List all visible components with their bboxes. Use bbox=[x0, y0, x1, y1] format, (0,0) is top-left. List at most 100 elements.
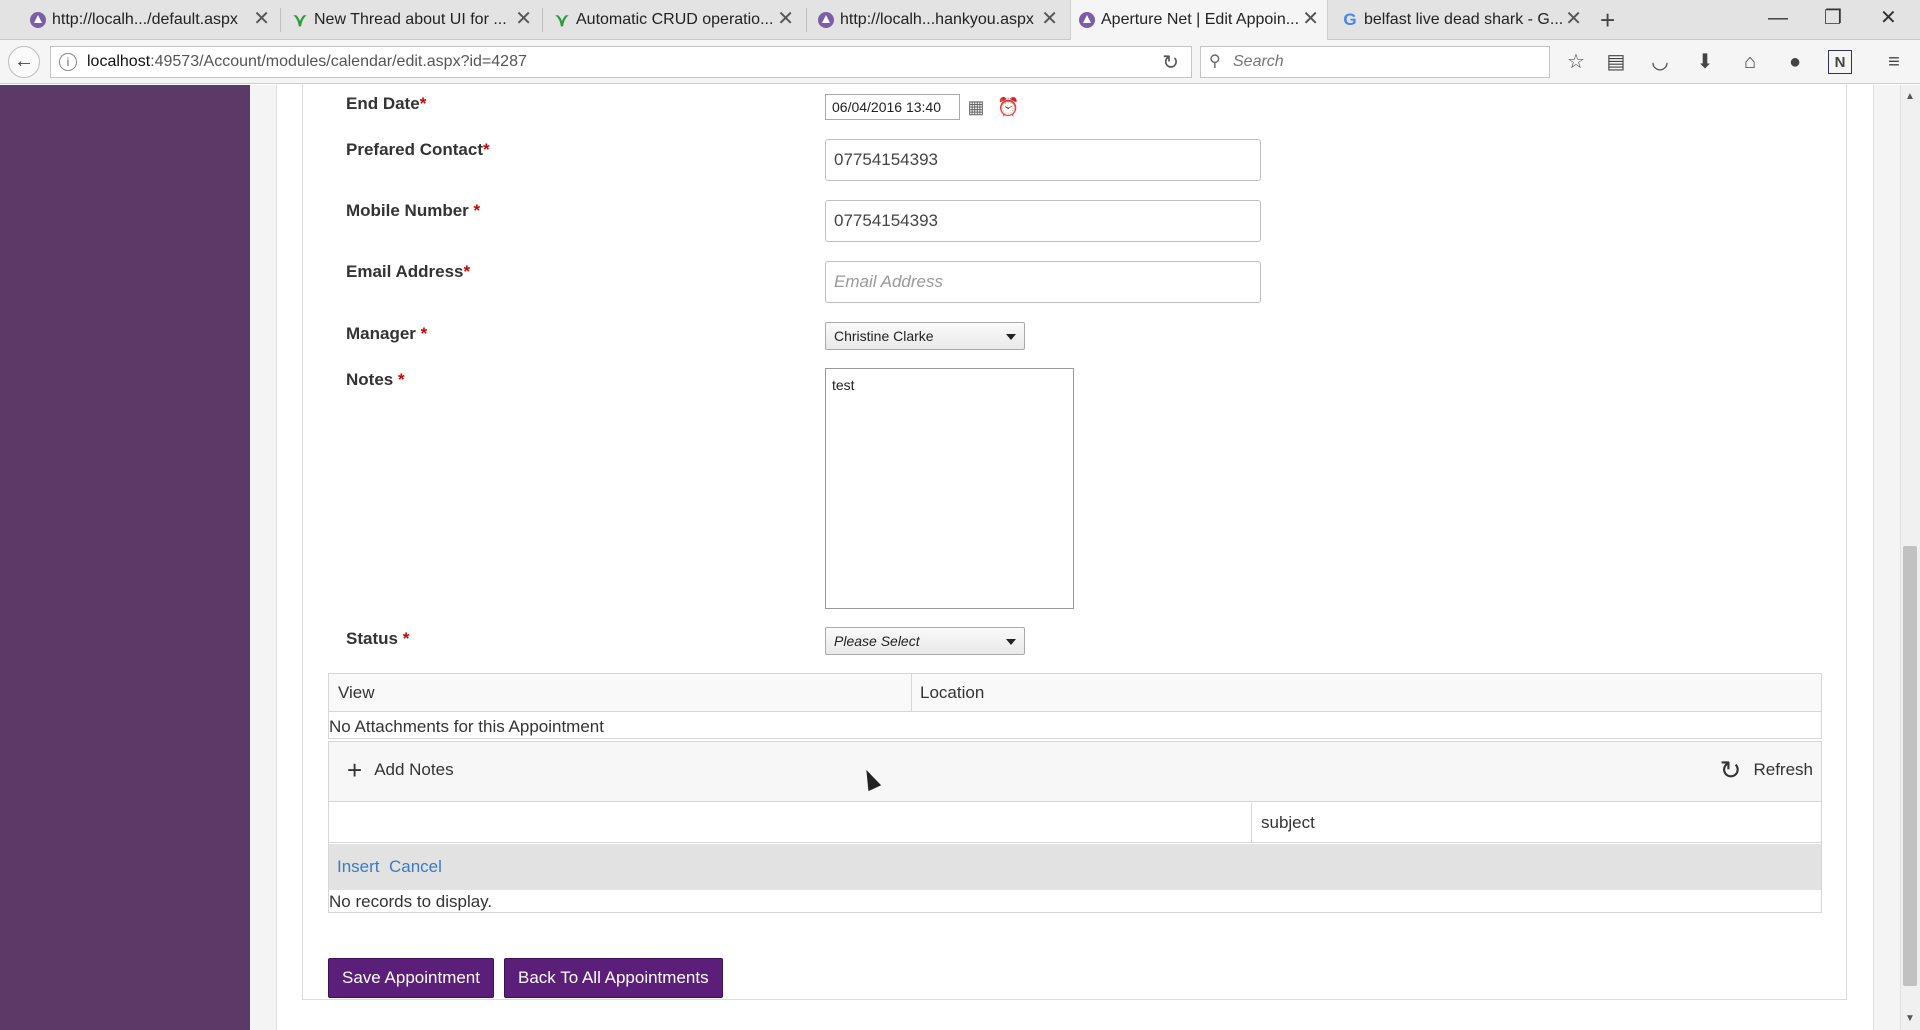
add-notes-button[interactable]: + Add Notes bbox=[347, 755, 454, 785]
calendar-icon[interactable]: ▦ bbox=[965, 96, 987, 118]
close-icon[interactable]: ✕ bbox=[515, 9, 532, 29]
tab-divider bbox=[806, 8, 807, 32]
manager-label: Manager * bbox=[346, 324, 428, 343]
tab-edit-appointment[interactable]: Aperture Net | Edit Appoin... ✕ bbox=[1070, 0, 1328, 40]
end-date-input[interactable] bbox=[825, 94, 960, 120]
tab-new-thread[interactable]: ⋎ New Thread about UI for ... ✕ bbox=[284, 0, 540, 40]
cancel-link[interactable]: Cancel bbox=[389, 857, 442, 877]
notes-grid: + Add Notes ↻ Refresh subject Insert Can… bbox=[328, 741, 1822, 913]
close-icon[interactable]: ✕ bbox=[777, 9, 794, 29]
manager-selected-value: Christine Clarke bbox=[834, 328, 934, 344]
column-header-subject[interactable]: subject bbox=[1261, 813, 1315, 833]
required-marker: * bbox=[473, 201, 481, 220]
attachments-grid-header: View Location bbox=[329, 674, 1821, 712]
prefered-contact-input[interactable] bbox=[825, 139, 1261, 181]
telerik-icon: ⋎ bbox=[555, 10, 569, 30]
aperture-icon bbox=[1079, 12, 1095, 28]
status-selected-value: Please Select bbox=[834, 633, 920, 649]
caret-down-icon bbox=[1006, 334, 1016, 340]
attachments-empty-message: No Attachments for this Appointment bbox=[329, 717, 604, 736]
reload-icon[interactable]: ↻ bbox=[1162, 50, 1179, 75]
chat-icon[interactable]: ● bbox=[1783, 50, 1807, 74]
manager-dropdown[interactable]: Christine Clarke bbox=[825, 322, 1025, 350]
status-dropdown[interactable]: Please Select bbox=[825, 627, 1025, 655]
hamburger-menu-icon[interactable]: ≡ bbox=[1882, 50, 1906, 74]
notes-empty-message: No records to display. bbox=[329, 892, 493, 911]
scroll-down-arrow-icon[interactable]: ▼ bbox=[1903, 1012, 1917, 1026]
mobile-number-input[interactable] bbox=[825, 200, 1261, 242]
scroll-up-arrow-icon[interactable]: ▲ bbox=[1903, 90, 1917, 104]
back-to-all-appointments-button[interactable]: Back To All Appointments bbox=[504, 958, 723, 998]
url-host: localhost bbox=[87, 53, 151, 70]
tab-label: http://localh...hankyou.aspx bbox=[840, 11, 1034, 28]
new-tab-plus-icon[interactable]: + bbox=[1600, 5, 1615, 35]
url-bar[interactable]: i localhost:49573/Account/modules/calend… bbox=[50, 46, 1192, 78]
insert-row: Insert Cancel bbox=[329, 844, 1821, 890]
close-window-icon[interactable]: ✕ bbox=[1880, 6, 1897, 30]
browser-tab-strip: http://localh.../default.aspx ✕ ⋎ New Th… bbox=[0, 0, 1920, 40]
notes-command-bar: + Add Notes ↻ Refresh bbox=[329, 742, 1821, 802]
save-appointment-button[interactable]: Save Appointment bbox=[328, 958, 494, 998]
tab-google-search[interactable]: G belfast live dead shark - G... ✕ bbox=[1334, 0, 1590, 40]
column-header-view[interactable]: View bbox=[329, 674, 375, 712]
required-marker: * bbox=[482, 140, 490, 159]
url-text: localhost:49573/Account/modules/calendar… bbox=[87, 53, 527, 71]
tab-divider bbox=[542, 8, 543, 32]
tab-divider bbox=[280, 8, 281, 32]
column-header-location[interactable]: Location bbox=[911, 674, 984, 712]
extension-n-icon[interactable]: N bbox=[1828, 50, 1852, 74]
notes-grid-header: subject bbox=[329, 803, 1821, 843]
minimize-icon[interactable]: — bbox=[1768, 6, 1788, 30]
required-marker: * bbox=[419, 94, 427, 113]
pocket-icon[interactable]: ◡ bbox=[1648, 50, 1672, 74]
info-icon[interactable]: i bbox=[59, 53, 77, 71]
column-divider bbox=[1251, 803, 1252, 843]
telerik-icon: ⋎ bbox=[293, 10, 307, 30]
tab-thankyou-aspx[interactable]: http://localh...hankyou.aspx ✕ bbox=[810, 0, 1066, 40]
tab-default-aspx[interactable]: http://localh.../default.aspx ✕ bbox=[22, 0, 278, 40]
back-arrow-icon[interactable]: ← bbox=[8, 46, 40, 78]
tab-automatic-crud[interactable]: ⋎ Automatic CRUD operatio... ✕ bbox=[546, 0, 802, 40]
browser-nav-bar: ← i localhost:49573/Account/modules/cale… bbox=[0, 40, 1920, 84]
browser-search-box[interactable]: ⚲ bbox=[1200, 46, 1550, 78]
download-icon[interactable]: ⬇ bbox=[1693, 50, 1717, 74]
restore-icon[interactable]: ❐ bbox=[1824, 6, 1842, 30]
browser-search-input[interactable] bbox=[1231, 51, 1531, 73]
close-icon[interactable]: ✕ bbox=[1302, 9, 1319, 29]
add-notes-label: Add Notes bbox=[374, 760, 454, 779]
caret-down-icon bbox=[1006, 639, 1016, 645]
clock-icon[interactable]: ⏰ bbox=[997, 96, 1019, 118]
mobile-number-label: Mobile Number * bbox=[346, 201, 481, 220]
url-path: :49573/Account/modules/calendar/edit.asp… bbox=[150, 53, 527, 70]
app-sidebar bbox=[0, 85, 250, 1030]
insert-link[interactable]: Insert bbox=[337, 857, 380, 877]
aperture-icon bbox=[818, 12, 834, 28]
notes-textarea[interactable]: test bbox=[825, 368, 1074, 609]
aperture-icon bbox=[30, 12, 46, 28]
tab-label: belfast live dead shark - G... bbox=[1364, 11, 1564, 28]
refresh-button[interactable]: ↻ Refresh bbox=[1719, 755, 1813, 785]
status-label: Status * bbox=[346, 629, 410, 648]
close-icon[interactable]: ✕ bbox=[1565, 9, 1582, 29]
scrollbar-thumb[interactable] bbox=[1903, 546, 1917, 986]
required-marker: * bbox=[402, 629, 410, 648]
required-marker: * bbox=[397, 370, 405, 389]
attachments-grid: View Location No Attachments for this Ap… bbox=[328, 673, 1822, 739]
prefered-contact-label: Prefared Contact* bbox=[346, 140, 490, 159]
refresh-label: Refresh bbox=[1753, 760, 1813, 779]
close-icon[interactable]: ✕ bbox=[1041, 9, 1058, 29]
email-address-input[interactable] bbox=[825, 261, 1261, 303]
reading-list-icon[interactable]: ▤ bbox=[1604, 50, 1628, 74]
tab-label: http://localh.../default.aspx bbox=[52, 11, 238, 28]
plus-icon: + bbox=[347, 755, 363, 785]
bookmark-star-icon[interactable]: ☆ bbox=[1564, 50, 1588, 74]
google-icon: G bbox=[1343, 10, 1357, 29]
close-icon[interactable]: ✕ bbox=[253, 9, 270, 29]
tab-label: Aperture Net | Edit Appoin... bbox=[1101, 11, 1300, 28]
tab-label: New Thread about UI for ... bbox=[314, 11, 507, 28]
home-icon[interactable]: ⌂ bbox=[1738, 50, 1762, 74]
refresh-icon: ↻ bbox=[1719, 755, 1742, 785]
required-marker: * bbox=[420, 324, 428, 343]
required-marker: * bbox=[463, 262, 471, 281]
end-date-label: End Date* bbox=[346, 94, 427, 113]
